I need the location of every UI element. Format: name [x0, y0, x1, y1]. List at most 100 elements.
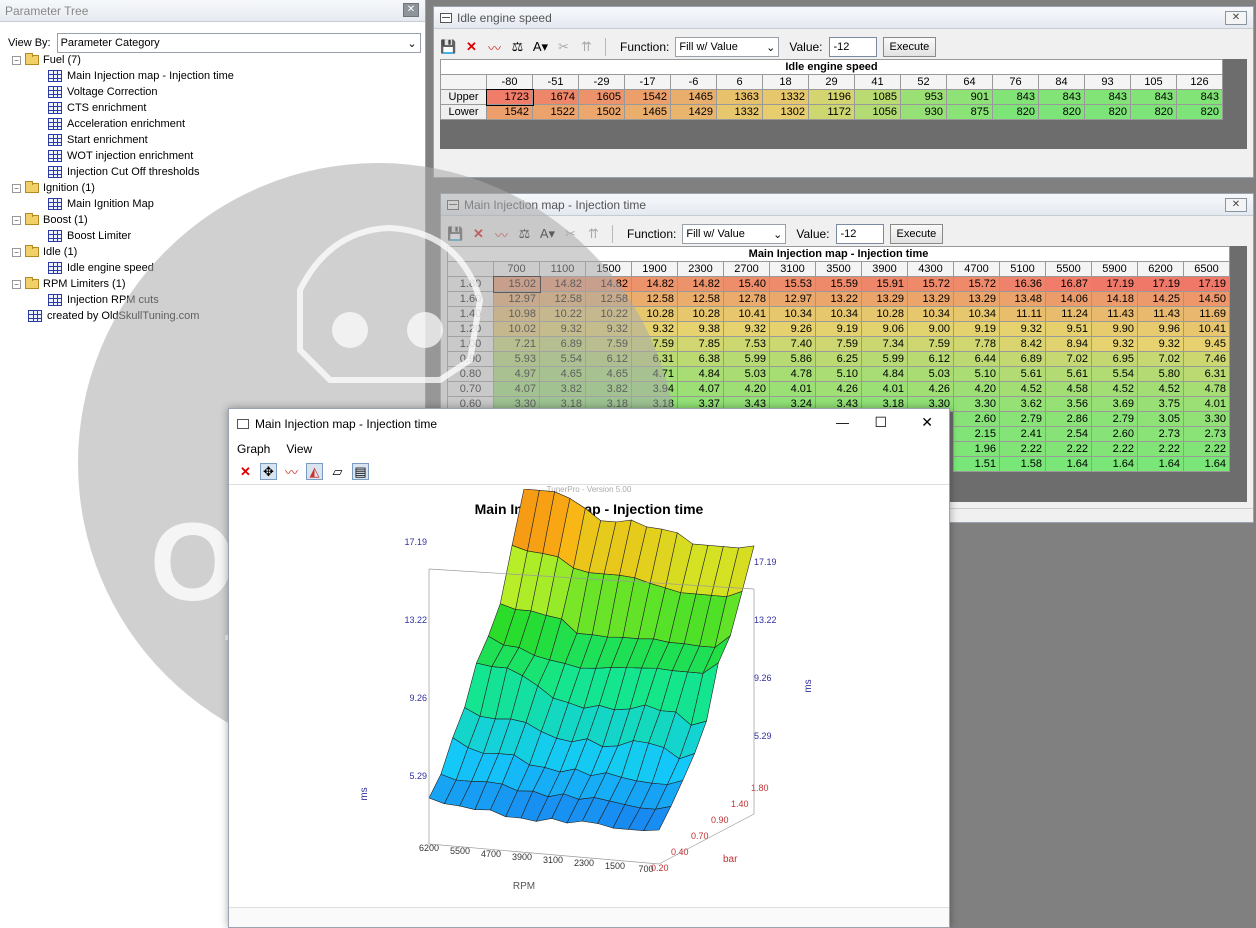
table-cell[interactable]: 1723 — [485, 88, 534, 106]
table-cell[interactable]: 1465 — [670, 89, 717, 105]
table-cell[interactable]: 5.10 — [953, 366, 1000, 382]
table-cell[interactable]: 1542 — [624, 89, 671, 105]
table-cell[interactable]: 4.07 — [677, 381, 724, 397]
table-cell[interactable]: 3.62 — [999, 396, 1046, 412]
table-cell[interactable]: 2.22 — [1091, 441, 1138, 457]
row-header[interactable]: 0.80 — [447, 366, 494, 382]
table-cell[interactable]: 11.11 — [999, 306, 1046, 322]
table-cell[interactable]: 10.41 — [723, 306, 770, 322]
table-cell[interactable]: 9.19 — [953, 321, 1000, 337]
table-cell[interactable]: 4.01 — [769, 381, 816, 397]
maximize-button[interactable]: ☐ — [874, 414, 887, 431]
table-cell[interactable]: 820 — [1130, 104, 1177, 120]
table-cell[interactable]: 6.89 — [999, 351, 1046, 367]
table-cell[interactable]: 2.22 — [1045, 441, 1092, 457]
function-select[interactable]: Fill w/ Value ⌄ — [682, 224, 787, 244]
table-cell[interactable]: 4.01 — [861, 381, 908, 397]
table-cell[interactable]: 5.54 — [539, 351, 586, 367]
table-cell[interactable]: 10.02 — [493, 321, 540, 337]
column-header[interactable]: 3900 — [861, 261, 908, 277]
tree-item[interactable]: Idle engine speed — [48, 260, 154, 276]
table-cell[interactable]: 2.22 — [1183, 441, 1230, 457]
table-cell[interactable]: 17.19 — [1137, 276, 1184, 292]
column-header[interactable]: -51 — [532, 74, 579, 90]
table-cell[interactable]: 9.32 — [1137, 336, 1184, 352]
menu-graph[interactable]: Graph — [237, 442, 270, 456]
column-header[interactable]: 4300 — [907, 261, 954, 277]
table-cell[interactable]: 17.19 — [1091, 276, 1138, 292]
table-cell[interactable]: 12.97 — [493, 291, 540, 307]
table-cell[interactable]: 1674 — [532, 89, 579, 105]
table-cell[interactable]: 9.26 — [769, 321, 816, 337]
table-cell[interactable]: 3.56 — [1045, 396, 1092, 412]
table-cell[interactable]: 11.24 — [1045, 306, 1092, 322]
table-cell[interactable]: 9.06 — [861, 321, 908, 337]
table-cell[interactable]: 3.69 — [1091, 396, 1138, 412]
save-icon[interactable]: 💾 — [440, 39, 457, 56]
table-cell[interactable]: 7.85 — [677, 336, 724, 352]
table-cell[interactable]: 5.03 — [723, 366, 770, 382]
table-cell[interactable]: 10.34 — [953, 306, 1000, 322]
tree-item[interactable]: Voltage Correction — [48, 84, 158, 100]
text-format-icon[interactable]: A▾ — [532, 39, 549, 56]
line-graph-icon[interactable]: 〰 — [283, 463, 300, 480]
cut-icon[interactable]: ✂ — [562, 226, 579, 243]
table-cell[interactable]: 9.32 — [723, 321, 770, 337]
table-cell[interactable]: 1.64 — [1045, 456, 1092, 472]
table-cell[interactable]: 4.78 — [769, 366, 816, 382]
table-cell[interactable]: 875 — [946, 104, 993, 120]
tree-item[interactable]: Main Ignition Map — [48, 196, 154, 212]
table-cell[interactable]: 1.64 — [1183, 456, 1230, 472]
table-cell[interactable]: 4.97 — [493, 366, 540, 382]
table-cell[interactable]: 2.73 — [1183, 426, 1230, 442]
save-icon[interactable]: 💾 — [447, 226, 464, 243]
table-cell[interactable]: 9.19 — [815, 321, 862, 337]
column-header[interactable]: 6 — [716, 74, 763, 90]
table-cell[interactable]: 5.61 — [999, 366, 1046, 382]
column-header[interactable]: 3500 — [815, 261, 862, 277]
tree-item[interactable]: Boost Limiter — [48, 228, 131, 244]
tree-folder[interactable]: − Ignition (1) — [12, 180, 95, 196]
column-header[interactable]: 5500 — [1045, 261, 1092, 277]
table-cell[interactable]: 1056 — [854, 104, 901, 120]
collapse-icon[interactable]: − — [12, 279, 21, 289]
tree-item[interactable]: Injection Cut Off thresholds — [48, 164, 199, 180]
table-cell[interactable]: 4.26 — [907, 381, 954, 397]
table-cell[interactable]: 10.28 — [861, 306, 908, 322]
table-cell[interactable]: 10.22 — [585, 306, 632, 322]
wireframe-icon[interactable]: ▱ — [329, 463, 346, 480]
table-cell[interactable]: 15.53 — [769, 276, 816, 292]
table-cell[interactable]: 1.51 — [953, 456, 1000, 472]
text-format-icon[interactable]: A▾ — [539, 226, 556, 243]
table-cell[interactable]: 7.40 — [769, 336, 816, 352]
table-cell[interactable]: 14.25 — [1137, 291, 1184, 307]
table-cell[interactable]: 820 — [992, 104, 1039, 120]
column-header[interactable]: -80 — [486, 74, 533, 90]
table-cell[interactable]: 7.59 — [907, 336, 954, 352]
column-header[interactable]: 3100 — [769, 261, 816, 277]
column-header[interactable]: -6 — [670, 74, 717, 90]
table-cell[interactable]: 1332 — [762, 89, 809, 105]
table-cell[interactable]: 4.65 — [539, 366, 586, 382]
table-cell[interactable]: 901 — [946, 89, 993, 105]
move-icon[interactable]: ✥ — [260, 463, 277, 480]
close-x-icon[interactable]: ✕ — [463, 39, 480, 56]
tree-item[interactable]: WOT injection enrichment — [48, 148, 193, 164]
collapse-icon[interactable]: − — [12, 183, 21, 193]
table-cell[interactable]: 1429 — [670, 104, 717, 120]
table-cell[interactable]: 4.84 — [677, 366, 724, 382]
table-cell[interactable]: 7.59 — [631, 336, 678, 352]
table-cell[interactable]: 3.94 — [631, 381, 678, 397]
table-cell[interactable]: 10.98 — [493, 306, 540, 322]
table-cell[interactable]: 5.80 — [1137, 366, 1184, 382]
table-cell[interactable]: 14.50 — [1183, 291, 1230, 307]
table-cell[interactable]: 1542 — [486, 104, 533, 120]
table-cell[interactable]: 843 — [1038, 89, 1085, 105]
table-cell[interactable]: 13.22 — [815, 291, 862, 307]
row-header[interactable]: Lower — [440, 104, 487, 120]
table-cell[interactable]: 9.51 — [1045, 321, 1092, 337]
table-cell[interactable]: 1196 — [808, 89, 855, 105]
column-header[interactable]: 64 — [946, 74, 993, 90]
row-header[interactable]: 0.90 — [447, 351, 494, 367]
table-cell[interactable]: 14.18 — [1091, 291, 1138, 307]
